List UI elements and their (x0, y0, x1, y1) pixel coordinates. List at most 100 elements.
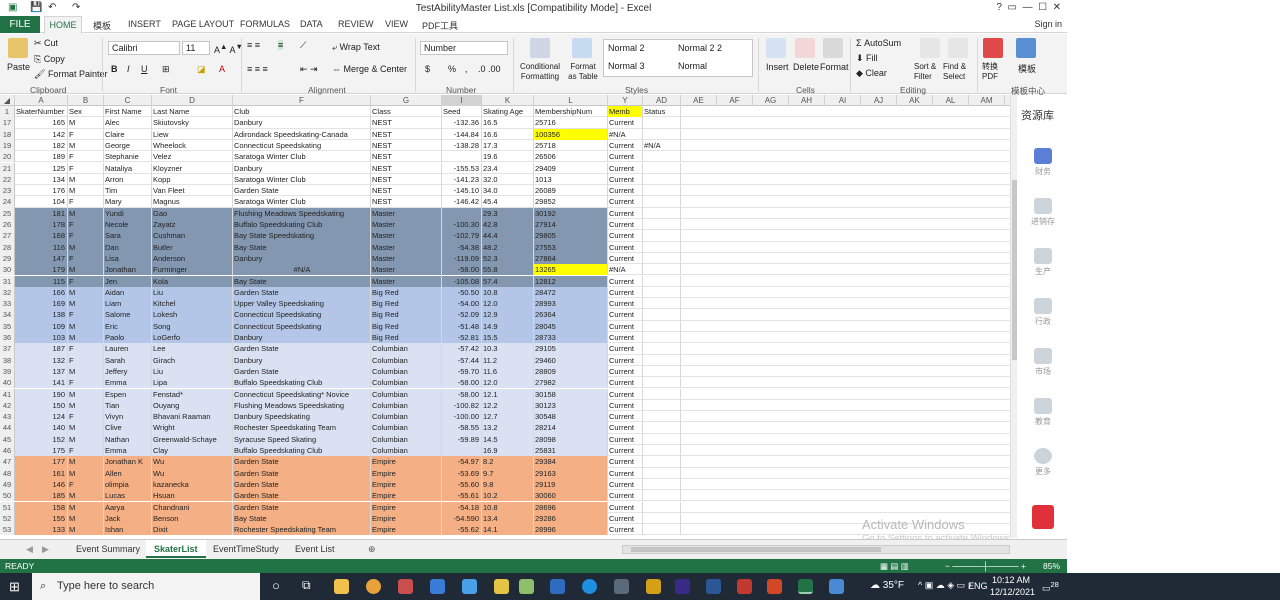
table-cell-extra[interactable] (643, 286, 681, 299)
conditional-format-button[interactable]: Conditional Formatting (518, 62, 562, 82)
table-cell-sex[interactable]: M (68, 524, 104, 536)
table-cell-cls[interactable]: Columbian (371, 388, 442, 400)
table-cell-age[interactable]: 34.0 (482, 185, 534, 197)
table-cell-sex[interactable]: F (68, 151, 104, 163)
table-cell-memnum[interactable]: 30548 (534, 411, 608, 423)
table-cell-club[interactable]: Garden State (233, 478, 371, 491)
table-cell-sex[interactable]: F (68, 354, 104, 366)
table-cell-extra[interactable] (643, 309, 681, 321)
table-cell-memb[interactable]: Current (608, 219, 643, 231)
table-cell-last[interactable]: Dixit (152, 524, 233, 536)
table-cell-memb[interactable]: Current (608, 298, 643, 310)
column-header[interactable]: B (68, 95, 104, 106)
table-cell-last[interactable]: Butler (152, 241, 233, 253)
table-cell-num[interactable]: 147 (15, 252, 68, 265)
table-cell-memb[interactable]: Current (608, 151, 643, 163)
table-cell-first[interactable]: Claire (104, 128, 152, 140)
table-cell-num[interactable]: 138 (15, 309, 68, 321)
table-cell-last[interactable]: Kloyzner (152, 162, 233, 174)
table-cell-cls[interactable]: Big Red (371, 332, 442, 344)
row-number[interactable]: 20 (0, 151, 15, 163)
table-cell-memb[interactable]: Current (608, 501, 643, 513)
format-table-button[interactable]: Format as Table (566, 62, 600, 82)
table-cell-cls[interactable]: Master (371, 230, 442, 242)
table-cell-age[interactable]: 12.1 (482, 388, 534, 400)
table-cell-memb[interactable]: Current (608, 456, 643, 468)
row-number[interactable]: 39 (0, 365, 15, 378)
table-cell-extra[interactable] (643, 275, 681, 287)
table-cell-sex[interactable]: M (68, 298, 104, 310)
tab-home[interactable]: HOME (44, 16, 82, 34)
row-number[interactable]: 31 (0, 275, 15, 287)
table-cell-cls[interactable]: Master (371, 207, 442, 219)
table-cell-extra[interactable] (643, 298, 681, 310)
table-cell-cls[interactable]: NEST (371, 162, 442, 174)
table-cell-first[interactable]: Jen (104, 275, 152, 287)
format-button[interactable]: Format (820, 62, 849, 72)
table-cell-num[interactable]: 150 (15, 399, 68, 412)
table-cell-extra[interactable] (643, 320, 681, 332)
table-cell-age[interactable]: 8.2 (482, 456, 534, 468)
table-cell-memnum[interactable]: 29286 (534, 512, 608, 525)
table-cell-club[interactable]: Rochester Speedskating Team (233, 422, 371, 434)
table-cell-club[interactable]: Garden State (233, 467, 371, 479)
table-cell-memnum[interactable]: 26089 (534, 185, 608, 197)
header-cell[interactable]: Last Name (152, 106, 233, 118)
table-cell-extra[interactable] (643, 501, 681, 513)
row-number[interactable]: 34 (0, 309, 15, 321)
table-cell-club[interactable]: Syracuse Speed Skating (233, 433, 371, 445)
tab-template[interactable]: 模板 (93, 19, 111, 32)
row-number[interactable]: 36 (0, 332, 15, 344)
table-cell-last[interactable]: Hsuan (152, 490, 233, 502)
table-cell-club[interactable]: Rochester Speedskating Team (233, 524, 371, 536)
table-cell-extra[interactable] (643, 490, 681, 502)
row-number[interactable]: 28 (0, 241, 15, 253)
table-cell-age[interactable]: 12.2 (482, 399, 534, 412)
table-cell-seed[interactable]: -59.70 (442, 365, 482, 378)
table-cell-cls[interactable]: NEST (371, 173, 442, 186)
table-cell-sex[interactable]: M (68, 501, 104, 513)
red-envelope-icon[interactable] (1032, 505, 1054, 529)
indent-icon[interactable]: ⇤ ⇥ (300, 64, 318, 75)
table-cell-club[interactable]: Danbury (233, 117, 371, 129)
row-number[interactable]: 23 (0, 185, 15, 197)
table-cell-cls[interactable]: Empire (371, 524, 442, 536)
table-cell-sex[interactable]: M (68, 365, 104, 378)
table-cell-num[interactable]: 169 (15, 298, 68, 310)
tab-pdf[interactable]: PDF工具 (422, 19, 458, 32)
add-sheet-icon[interactable]: ⊕ (360, 540, 384, 558)
row-number[interactable]: 52 (0, 512, 15, 525)
table-cell-club[interactable]: Buffalo Speedskating Club (233, 377, 371, 389)
table-cell-num[interactable]: 134 (15, 173, 68, 186)
table-cell-last[interactable]: Kopp (152, 173, 233, 186)
row-number[interactable]: 51 (0, 501, 15, 513)
table-cell-club[interactable]: Buffalo Speedskating Club (233, 219, 371, 231)
table-cell-num[interactable]: 103 (15, 332, 68, 344)
table-cell-memb[interactable]: Current (608, 354, 643, 366)
app-icon[interactable] (430, 579, 445, 594)
row-number[interactable]: 37 (0, 343, 15, 355)
table-cell-extra[interactable] (643, 467, 681, 479)
table-cell-club[interactable]: Connecticut Speedskating (233, 320, 371, 332)
fill-color-icon[interactable]: ◪ (197, 64, 206, 75)
column-header[interactable]: G (371, 95, 442, 106)
table-cell-num[interactable]: 165 (15, 117, 68, 129)
table-cell-memb[interactable]: Current (608, 286, 643, 299)
table-cell-cls[interactable]: Master (371, 252, 442, 265)
column-header[interactable]: AD (643, 95, 681, 106)
table-cell-memb[interactable]: Current (608, 241, 643, 253)
table-cell-club[interactable]: Flushing Meadows Speedskating (233, 207, 371, 219)
powerpoint-icon[interactable] (767, 579, 782, 594)
tab-insert[interactable]: INSERT (128, 19, 161, 29)
table-cell-sex[interactable]: M (68, 332, 104, 344)
tab-review[interactable]: REVIEW (338, 19, 374, 29)
table-cell-club[interactable]: Garden State (233, 365, 371, 378)
row-number[interactable]: 17 (0, 117, 15, 129)
column-header[interactable]: D (152, 95, 233, 106)
column-header[interactable]: AL (933, 95, 969, 106)
windows-start-icon[interactable]: ⊞ (9, 579, 20, 595)
tab-page-layout[interactable]: PAGE LAYOUT (172, 19, 234, 29)
edge-icon[interactable] (582, 579, 597, 594)
table-cell-seed[interactable]: -53.69 (442, 467, 482, 479)
row-number[interactable]: 42 (0, 399, 15, 412)
